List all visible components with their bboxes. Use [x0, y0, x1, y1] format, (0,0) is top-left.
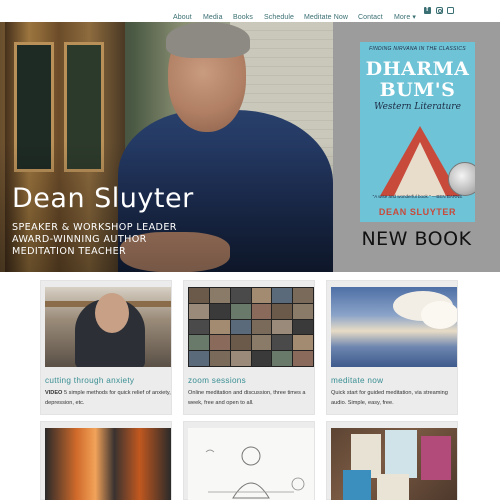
video-tile — [293, 351, 313, 366]
new-book-panel[interactable]: FINDING NIRVANA IN THE CLASSICS DHARMA B… — [333, 22, 500, 272]
video-tile — [272, 303, 293, 319]
card-description: VIDEO 5 simple methods for quick relief … — [45, 390, 171, 406]
card-title[interactable]: zoom sessions — [188, 376, 246, 385]
video-tile — [251, 303, 272, 319]
card-image[interactable] — [45, 287, 171, 367]
top-nav: About Media Books Schedule Meditate Now … — [0, 0, 500, 22]
video-tile — [293, 288, 313, 303]
video-tile — [251, 319, 272, 335]
video-tile — [189, 303, 209, 319]
card-title[interactable]: meditate now — [331, 376, 383, 385]
video-tile — [209, 351, 230, 366]
book-series: FINDING NIRVANA IN THE CLASSICS — [369, 46, 466, 52]
video-tile — [189, 319, 209, 335]
video-tile — [230, 335, 251, 351]
video-tile — [272, 288, 293, 303]
hero-banner: Dean Sluyter SPEAKER & WORKSHOP LEADER A… — [0, 22, 500, 272]
video-tile — [189, 351, 209, 366]
card-title[interactable]: cutting through anxiety — [45, 376, 134, 385]
facebook-icon[interactable] — [424, 6, 431, 14]
video-tile — [209, 335, 230, 351]
card-zoom-sessions[interactable]: zoom sessions Online meditation and disc… — [183, 280, 315, 415]
book-author: DEAN SLUYTER — [378, 207, 457, 217]
video-tile — [293, 303, 313, 319]
card-image[interactable] — [188, 287, 314, 367]
instagram-icon[interactable] — [436, 7, 443, 14]
video-tile — [189, 288, 209, 303]
card-image-tile[interactable] — [40, 421, 172, 500]
video-tile — [230, 351, 251, 366]
feature-cards: cutting through anxiety VIDEO 5 simple m… — [0, 272, 500, 500]
card-image[interactable] — [331, 287, 457, 367]
role-line: MEDITATION TEACHER — [12, 246, 127, 257]
video-tile — [209, 303, 230, 319]
video-tile — [189, 335, 209, 351]
role-line: AWARD-WINNING AUTHOR — [12, 234, 147, 245]
card-image-tile[interactable] — [183, 421, 315, 500]
card-image[interactable] — [331, 428, 457, 500]
video-tile — [272, 351, 293, 366]
video-tile — [230, 303, 251, 319]
nav-books[interactable]: Books — [233, 14, 253, 21]
card-image[interactable] — [188, 428, 314, 500]
video-tile — [293, 319, 313, 335]
meditating-figure-icon — [205, 446, 305, 499]
card-description: Online meditation and discussion, three … — [188, 390, 306, 406]
video-tile — [230, 288, 251, 303]
author-name: Dean Sluyter — [12, 183, 194, 214]
video-tile — [293, 335, 313, 351]
video-tile — [272, 319, 293, 335]
video-tile — [251, 335, 272, 351]
book-title-dharma: DHARMA — [365, 58, 470, 80]
video-tile — [251, 351, 272, 366]
card-meditate-now[interactable]: meditate now Quick start for guided medi… — [326, 280, 458, 415]
book-title-bums: BUM'S — [379, 79, 456, 101]
card-cutting-through-anxiety[interactable]: cutting through anxiety VIDEO 5 simple m… — [40, 280, 172, 415]
video-tile — [230, 319, 251, 335]
nav-contact[interactable]: Contact — [358, 14, 383, 21]
video-tile — [251, 288, 272, 303]
award-medal-icon — [448, 162, 475, 196]
video-tile — [272, 335, 293, 351]
nav-about[interactable]: About — [173, 14, 192, 21]
book-subtitle: Western Literature — [374, 102, 461, 112]
card-image[interactable] — [45, 428, 171, 500]
youtube-icon[interactable] — [447, 7, 454, 14]
card-image-tile[interactable] — [326, 421, 458, 500]
nav-more-dropdown[interactable]: More ▾ — [394, 14, 416, 21]
role-line: SPEAKER & WORKSHOP LEADER — [12, 222, 177, 233]
book-cover[interactable]: FINDING NIRVANA IN THE CLASSICS DHARMA B… — [360, 42, 475, 222]
video-tile — [209, 288, 230, 303]
video-tile — [209, 319, 230, 335]
nav-schedule[interactable]: Schedule — [264, 14, 294, 21]
new-book-label[interactable]: NEW BOOK — [333, 228, 500, 250]
card-description: Quick start for guided meditation, via s… — [331, 390, 448, 406]
nav-media[interactable]: Media — [203, 14, 223, 21]
nav-meditate-now[interactable]: Meditate Now — [304, 14, 348, 21]
book-quote: "A wise and wonderful book." —BEN BARNE — [372, 194, 463, 199]
